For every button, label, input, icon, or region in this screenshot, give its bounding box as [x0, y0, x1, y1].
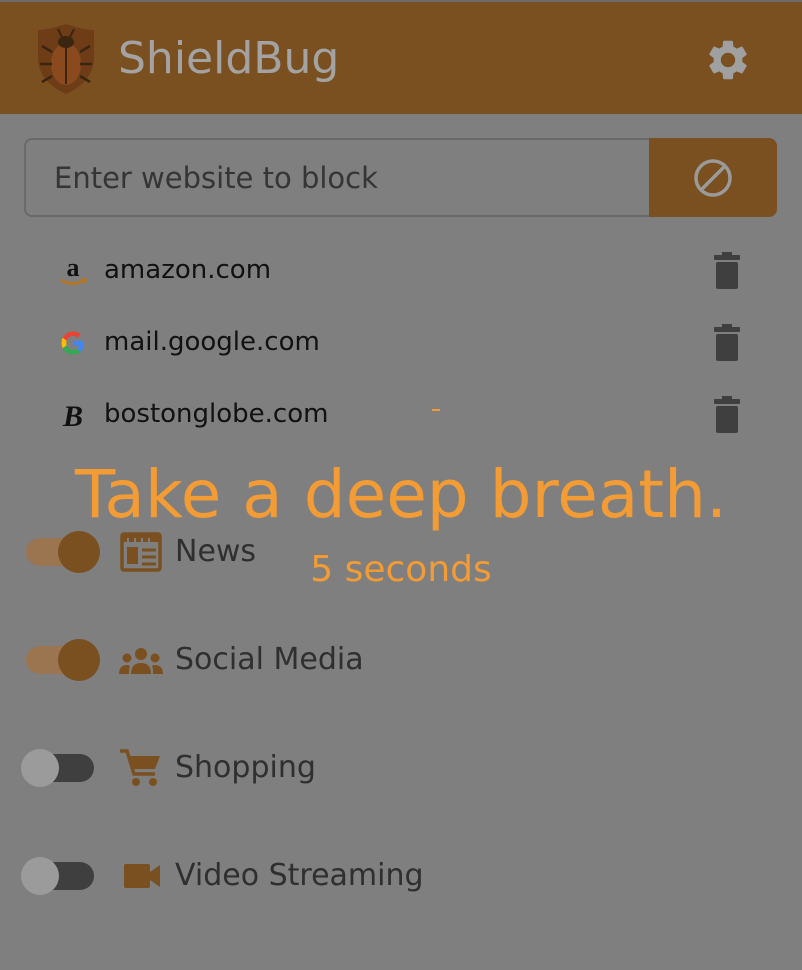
blocked-site-row: mail.google.com [56, 318, 756, 368]
breath-message: Take a deep breath. [74, 456, 727, 533]
app-title: ShieldBug [118, 33, 340, 84]
google-icon [61, 331, 84, 355]
social-media-toggle[interactable] [18, 630, 106, 690]
video-camera-icon [124, 864, 160, 888]
gear-icon[interactable] [704, 36, 752, 84]
category-row-video-streaming: Video Streaming [18, 846, 518, 906]
bostonglobe-icon: B [62, 400, 83, 432]
people-icon [119, 648, 163, 674]
app-header: ShieldBug [0, 2, 802, 114]
countdown-text: 5 seconds [310, 549, 492, 590]
blocked-site-label: bostonglobe.com [104, 399, 329, 429]
block-site-form [24, 138, 777, 217]
block-site-input[interactable] [24, 138, 678, 217]
blocked-site-row: a amazon.com [56, 246, 756, 296]
category-label: Social Media [175, 642, 364, 677]
category-label: Video Streaming [175, 858, 424, 893]
svg-text:a: a [67, 254, 80, 282]
shopping-toggle[interactable] [18, 738, 106, 798]
category-row-social-media: Social Media [18, 630, 518, 690]
category-label: Shopping [175, 750, 316, 785]
decorative-dash [432, 409, 440, 411]
trash-icon[interactable] [712, 250, 742, 290]
blocked-site-label: mail.google.com [104, 327, 320, 357]
video-streaming-toggle[interactable] [18, 846, 106, 906]
bug-shield-logo-icon [38, 24, 94, 94]
trash-icon[interactable] [712, 394, 742, 434]
category-row-shopping: Shopping [18, 738, 518, 798]
trash-icon[interactable] [712, 322, 742, 362]
svg-text:B: B [62, 400, 83, 432]
block-site-button[interactable] [649, 138, 777, 217]
block-icon [694, 158, 732, 197]
amazon-icon: a [60, 254, 88, 285]
cart-icon [120, 749, 160, 786]
blocked-site-row: B bostonglobe.com [56, 390, 756, 440]
blocked-site-label: amazon.com [104, 255, 272, 285]
